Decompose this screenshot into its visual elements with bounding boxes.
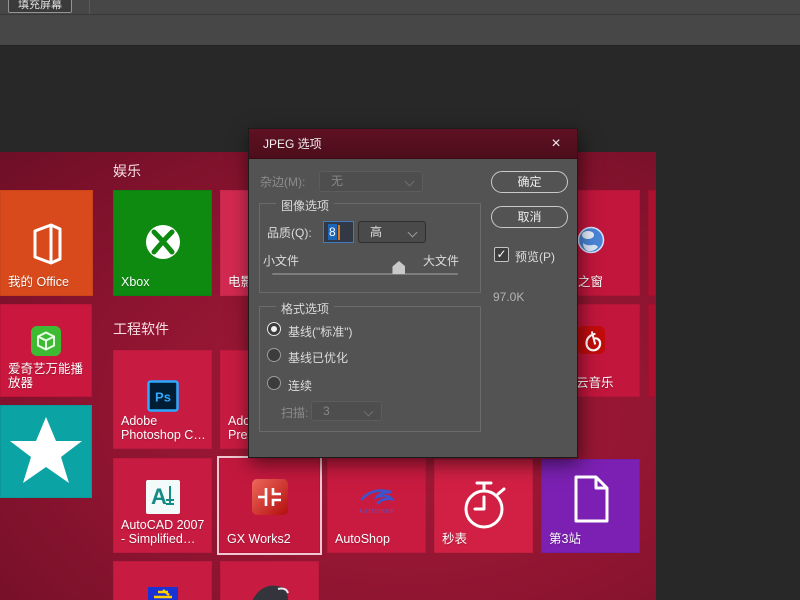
doc-icon (541, 473, 640, 525)
preview-checkbox[interactable]: ✓ (494, 247, 509, 262)
acad-icon: A (113, 480, 212, 514)
quality-level-value: 高 (370, 225, 382, 239)
miniblue-icon (113, 587, 212, 600)
gx-icon (219, 479, 320, 515)
tile-sliver-2[interactable] (648, 304, 656, 397)
quality-level-dropdown[interactable]: 高 (358, 221, 426, 243)
tile-star[interactable] (0, 405, 92, 498)
ps-icon: Ps (113, 380, 212, 412)
cancel-button[interactable]: 取消 (491, 206, 568, 228)
jpeg-options-dialog: JPEG 选项 × 杂边(M): 无 确定 取消 ✓ 预览(P) 97.0K 图… (248, 128, 578, 458)
radio-baseline-optimized[interactable] (267, 348, 281, 362)
photoshop-options-bar (0, 15, 800, 46)
svg-text:A: A (151, 484, 167, 509)
tile-stopwatch[interactable]: 秒表 (434, 459, 533, 553)
tile-label: 爱奇艺万能播放器 (8, 362, 88, 392)
scans-dropdown: 3 (311, 401, 382, 421)
tile-xbox[interactable]: Xbox (113, 190, 212, 296)
tile-label: AutoShop (335, 532, 422, 547)
tile-label: Xbox (121, 275, 208, 290)
quality-selected-text: 8 (328, 224, 337, 240)
small-file-label: 小文件 (263, 252, 299, 269)
tile-label: 秒表 (442, 532, 529, 547)
quality-input[interactable]: 8 (323, 221, 354, 243)
swirl-icon: AUTOSHOP (327, 485, 426, 517)
radio-dot-icon (271, 326, 277, 332)
image-options-legend: 图像选项 (276, 197, 334, 214)
tile-autoshop[interactable]: AUTOSHOP AutoShop (327, 458, 426, 553)
tile-photoshop[interactable]: Ps AdobePhotoshop C… (113, 350, 212, 449)
chevron-down-icon (405, 177, 415, 187)
tile-station3[interactable]: 第3站 (541, 459, 640, 553)
radio-baseline-standard-label: 基线("标准") (288, 323, 353, 340)
photoshop-top-bar: 填充屏幕 (0, 0, 800, 15)
file-size-text: 97.0K (493, 290, 524, 304)
office-icon (0, 223, 93, 265)
scans-value: 3 (323, 404, 330, 418)
dialog-title[interactable]: JPEG 选项 (249, 129, 577, 159)
tile-label: 之窗 (578, 275, 636, 290)
close-icon[interactable]: × (544, 129, 568, 159)
text-caret (338, 225, 340, 240)
preview-label: 预览(P) (515, 248, 555, 265)
format-options-legend: 格式选项 (276, 300, 334, 317)
tile-label: 第3站 (549, 532, 636, 547)
radio-progressive-label: 连续 (288, 377, 312, 394)
large-file-label: 大文件 (423, 252, 459, 269)
fit-screen-button[interactable]: 填充屏幕 (8, 0, 72, 13)
radio-baseline-optimized-label: 基线已优化 (288, 349, 348, 366)
tile-label: 我的 Office (8, 275, 89, 290)
chevron-down-icon (364, 407, 374, 417)
matte-label: 杂边(M): (260, 173, 305, 190)
tile-gx-works2[interactable]: GX Works2 (219, 458, 320, 553)
tile-label: AutoCAD 2007- Simplified… (121, 518, 208, 548)
xbox-icon (113, 222, 212, 262)
stopwatch-icon (434, 475, 533, 533)
tile-my-office[interactable]: 我的 Office (0, 190, 93, 296)
toolbar-divider (89, 0, 90, 14)
tile-sliver-1[interactable] (648, 190, 656, 296)
tile-autocad[interactable]: A AutoCAD 2007- Simplified… (113, 458, 212, 553)
matte-value: 无 (331, 174, 343, 188)
tile-iqiyi[interactable]: 爱奇艺万能播放器 (0, 304, 92, 397)
star-icon (0, 413, 92, 489)
tile-label: 云音乐 (576, 376, 636, 391)
tile-label: GX Works2 (227, 532, 316, 547)
radio-baseline-standard[interactable] (267, 322, 281, 336)
matte-dropdown: 无 (319, 171, 423, 192)
iqiyi-icon (0, 326, 92, 356)
minidark-icon (220, 581, 319, 600)
tile-label: AdobePhotoshop C… (121, 414, 208, 444)
chevron-down-icon (408, 228, 418, 238)
checkmark-icon: ✓ (496, 247, 506, 261)
ok-button[interactable]: 确定 (491, 171, 568, 193)
svg-text:Ps: Ps (155, 390, 171, 405)
image-options-group (259, 203, 481, 293)
group-label-0: 娱乐 (113, 161, 141, 181)
svg-text:AUTOSHOP: AUTOSHOP (359, 509, 395, 515)
tile-partial-1[interactable] (113, 561, 212, 600)
quality-slider-track[interactable] (272, 273, 458, 275)
radio-progressive[interactable] (267, 376, 281, 390)
group-label-1: 工程软件 (113, 319, 169, 339)
quality-label: 品质(Q): (267, 224, 312, 241)
scans-label: 扫描: (281, 404, 308, 421)
tile-partial-2[interactable] (220, 561, 319, 600)
